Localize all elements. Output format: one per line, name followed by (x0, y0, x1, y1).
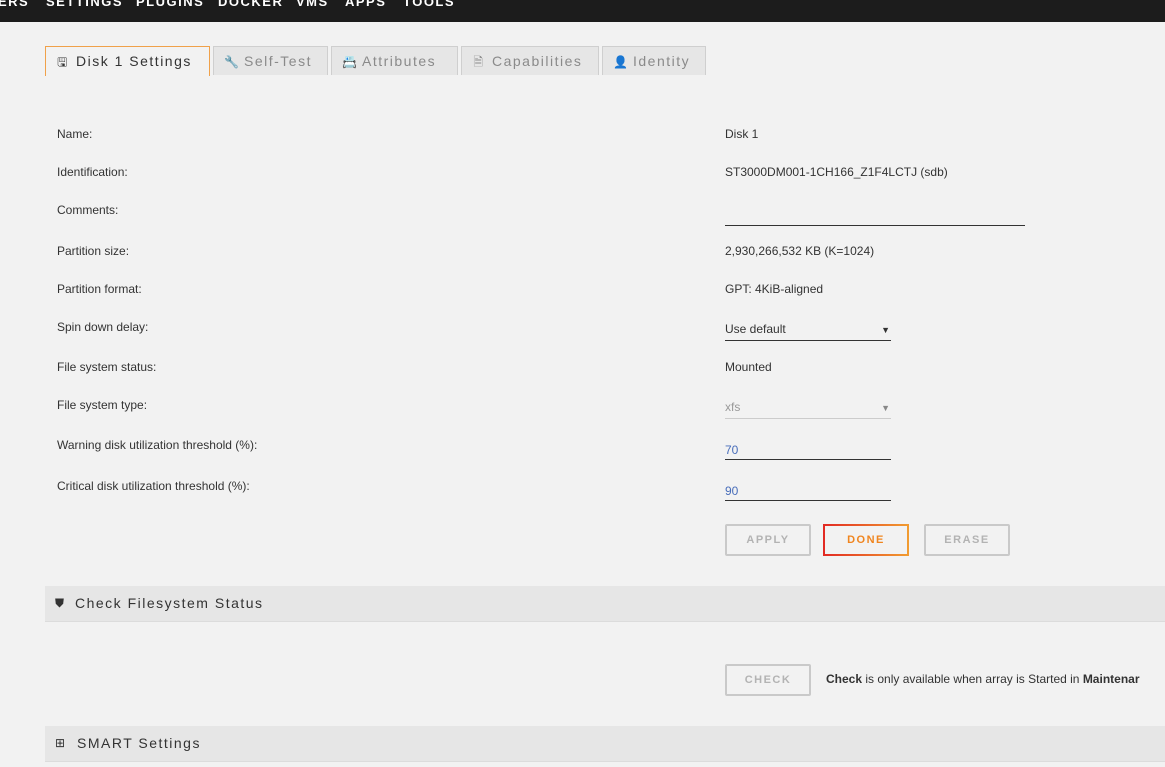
comments-label: Comments: (57, 203, 119, 217)
tab-label: Disk 1 Settings (76, 53, 192, 69)
name-value: Disk 1 (725, 127, 759, 141)
identification-value: ST3000DM001-1CH166_Z1F4LCTJ (sdb) (725, 165, 948, 179)
check-bold: Check (826, 672, 863, 686)
plus-square-icon: ⊞ (55, 736, 66, 750)
comments-input[interactable] (725, 205, 1025, 226)
nav-item-tools[interactable]: TOOLS (403, 0, 455, 9)
identification-label: Identification: (57, 165, 128, 179)
name-label: Name: (57, 127, 93, 141)
user-icon: 👤 (613, 55, 630, 69)
fs-status-value: Mounted (725, 360, 772, 374)
top-nav-bar: ERS SETTINGS PLUGINS DOCKER VMS APPS TOO… (0, 0, 1165, 22)
tab-label: Identity (633, 53, 691, 69)
wrench-icon: 🔧 (224, 55, 241, 69)
done-button[interactable]: DONE (823, 524, 909, 556)
caret-down-icon: ▼ (881, 403, 890, 413)
nav-item-vms[interactable]: VMS (296, 0, 329, 9)
tab-label: Capabilities (492, 53, 583, 69)
critical-threshold-label: Critical disk utilization threshold (%): (57, 479, 250, 493)
check-info-text: Check is only available when array is St… (826, 672, 1140, 686)
nav-item-plugins[interactable]: PLUGINS (136, 0, 204, 9)
section-title: Check Filesystem Status (75, 595, 264, 611)
fs-type-selected: xfs (725, 400, 741, 414)
nav-item-docker[interactable]: DOCKER (218, 0, 283, 9)
tab-label: Attributes (362, 53, 437, 69)
nav-item-users[interactable]: ERS (0, 0, 29, 9)
shield-icon: ⛊ (55, 596, 65, 610)
warning-threshold-input[interactable] (725, 440, 891, 460)
tab-label: Self-Test (244, 53, 312, 69)
spin-down-select[interactable]: Use default ▼ (725, 321, 891, 341)
apply-button[interactable]: APPLY (725, 524, 811, 556)
maintenance-bold: Maintenar (1082, 672, 1140, 686)
partition-format-label: Partition format: (57, 282, 142, 296)
partition-size-value: 2,930,266,532 KB (K=1024) (725, 244, 875, 258)
fs-type-select: xfs ▼ (725, 399, 891, 419)
id-card-icon: 📇 (342, 55, 359, 69)
tab-self-test[interactable]: 🔧 Self-Test (213, 46, 328, 75)
partition-size-label: Partition size: (57, 244, 130, 258)
tab-disk-settings[interactable]: 🖫 Disk 1 Settings (45, 46, 210, 76)
spin-down-selected: Use default (725, 322, 786, 336)
smart-settings-section-header[interactable]: ⊞ SMART Settings (45, 726, 1165, 762)
check-text: is only available when array is Started … (862, 672, 1083, 686)
caret-down-icon: ▼ (881, 325, 890, 335)
fs-status-label: File system status: (57, 360, 157, 374)
tab-attributes[interactable]: 📇 Attributes (331, 46, 458, 75)
warning-threshold-label: Warning disk utilization threshold (%): (57, 438, 258, 452)
check-button[interactable]: CHECK (725, 664, 811, 696)
nav-item-settings[interactable]: SETTINGS (46, 0, 123, 9)
check-filesystem-section-header: ⛊ Check Filesystem Status (45, 586, 1165, 622)
spin-down-label: Spin down delay: (57, 320, 149, 334)
fs-type-label: File system type: (57, 398, 148, 412)
partition-format-value: GPT: 4KiB-aligned (725, 282, 824, 296)
erase-button[interactable]: ERASE (924, 524, 1010, 556)
tab-identity[interactable]: 👤 Identity (602, 46, 706, 75)
tab-capabilities[interactable]: 🗎 Capabilities (461, 46, 599, 75)
nav-item-apps[interactable]: APPS (345, 0, 386, 9)
section-title: SMART Settings (77, 735, 201, 751)
document-icon: 🗎 (473, 55, 485, 69)
hdd-icon: 🖫 (57, 55, 69, 69)
critical-threshold-input[interactable] (725, 481, 891, 501)
